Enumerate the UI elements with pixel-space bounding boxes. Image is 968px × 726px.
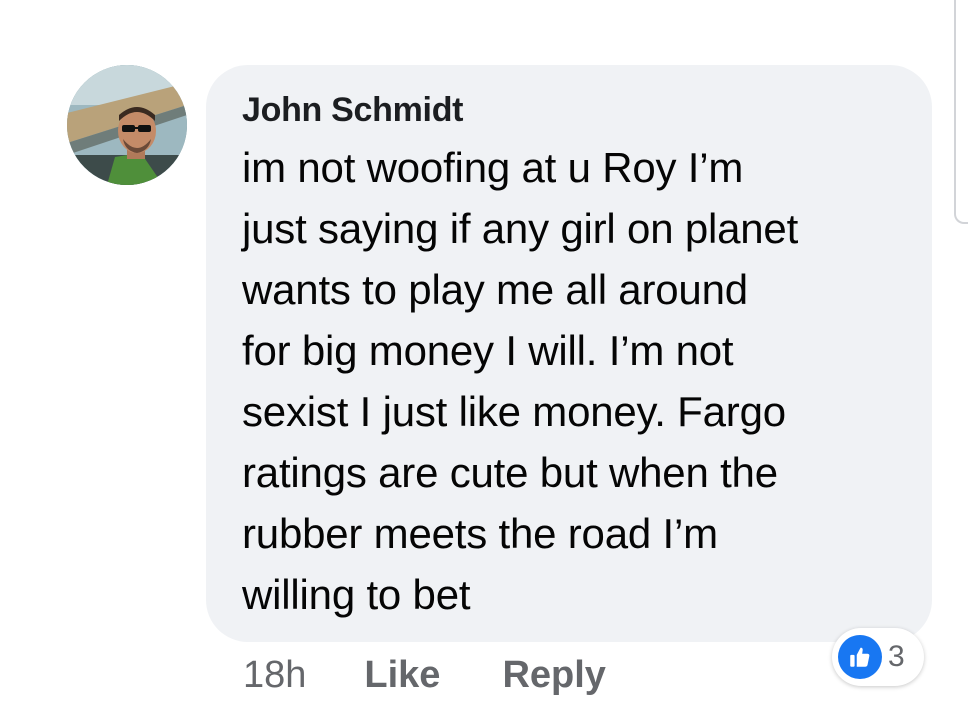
comment-line: rubber meets the road I’m (242, 510, 718, 557)
comment-timestamp[interactable]: 18h (243, 654, 306, 697)
scrollbar-edge[interactable] (954, 0, 968, 224)
like-button[interactable]: Like (364, 654, 440, 697)
reaction-count: 3 (888, 640, 905, 673)
comment-author[interactable]: John Schmidt (242, 87, 908, 133)
thumbs-up-icon (838, 635, 882, 679)
comment-line: willing to bet (242, 571, 471, 618)
avatar[interactable] (67, 65, 187, 185)
comment-line: wants to play me all around (242, 266, 748, 313)
comment-line: ratings are cute but when the (242, 449, 778, 496)
comment-line: sexist I just like money. Fargo (242, 388, 786, 435)
comment-actions: 18h Like Reply (243, 650, 606, 700)
reaction-summary[interactable]: 3 (832, 628, 924, 686)
comment-bubble: John Schmidt im not woofing at u Roy I’m… (206, 65, 932, 642)
comment-text: im not woofing at u Roy I’m just saying … (242, 137, 902, 625)
comment-line: just saying if any girl on planet (242, 205, 799, 252)
comment-line: im not woofing at u Roy I’m (242, 144, 744, 191)
previous-comment-actions-sliver: · · · · · (430, 0, 610, 4)
comment-line: for big money I will. I’m not (242, 327, 734, 374)
reply-button[interactable]: Reply (502, 654, 605, 697)
